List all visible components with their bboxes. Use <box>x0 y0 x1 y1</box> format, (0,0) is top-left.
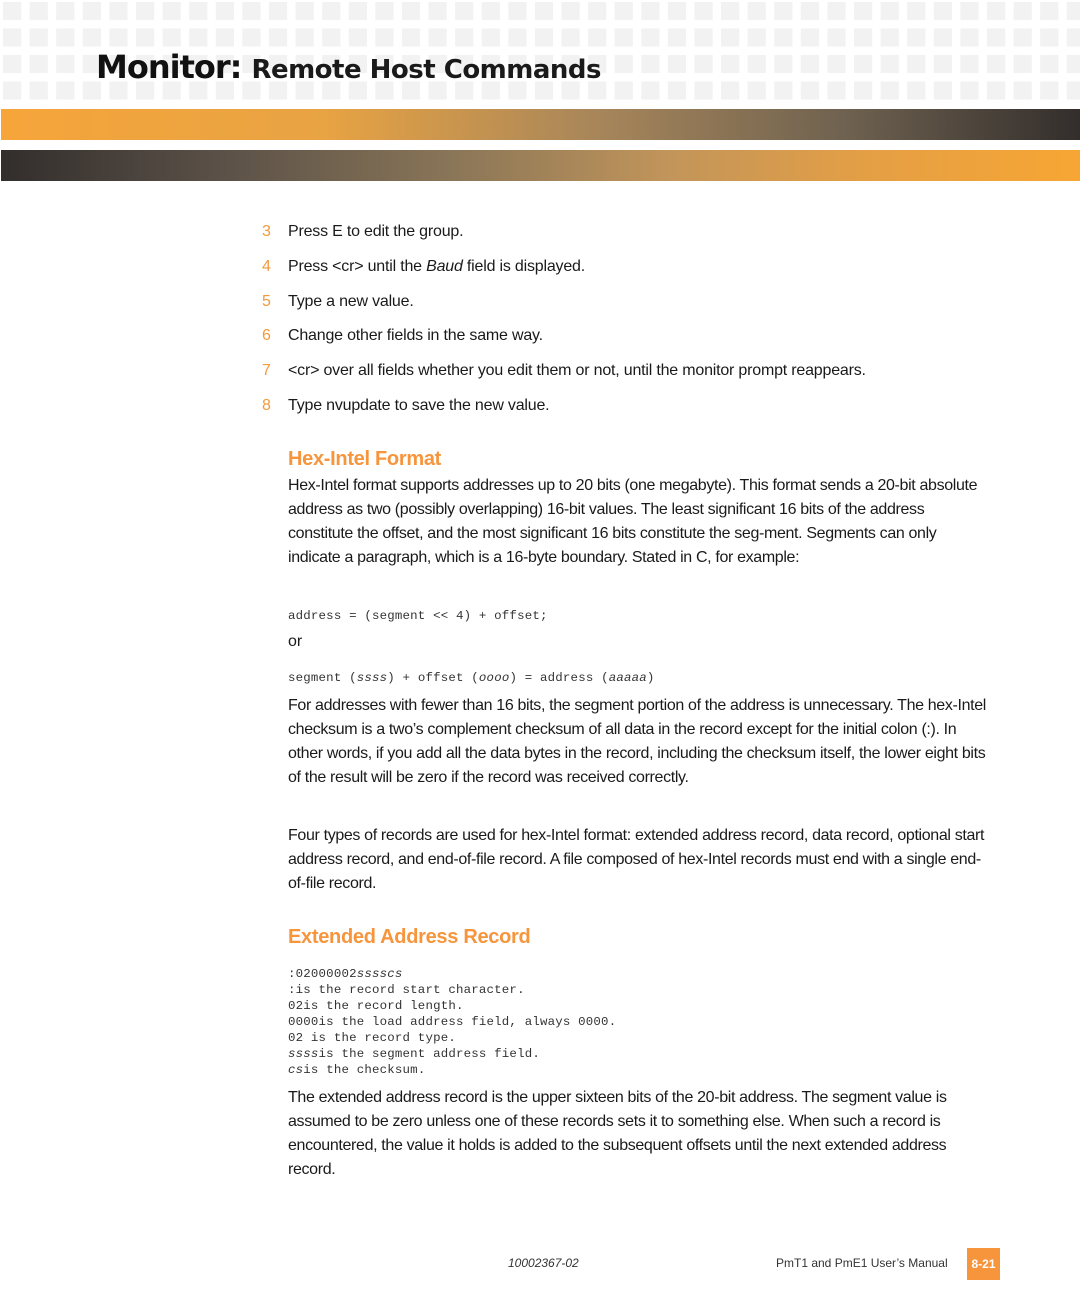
heading-extended-address-record: Extended Address Record <box>288 926 531 948</box>
extended-record-paragraph: The extended address record is the upper… <box>288 1089 947 1178</box>
footer-manual-title: PmT1 and PmE1 User’s Manual <box>776 1256 948 1270</box>
step-text-part: field is displayed. <box>462 257 585 275</box>
code-part: ) <box>646 671 655 685</box>
step-number: 6 <box>262 327 271 345</box>
step-item: 6 Change other fields in the same way. <box>262 324 866 359</box>
step-text: <cr> over all fields whether you edit th… <box>288 362 866 380</box>
code-part: is the checksum. <box>303 1063 426 1077</box>
footer-document-number: 10002367-02 <box>508 1256 579 1270</box>
step-item: 4 Press <cr> until the Baud field is dis… <box>262 255 866 290</box>
code-var: cs <box>288 1063 304 1077</box>
code-part: ) = address ( <box>509 671 609 685</box>
step-text: Type a new value. <box>288 292 414 310</box>
step-text: Type nvupdate to save the new value. <box>288 396 550 414</box>
code-var: ssss <box>288 1047 319 1061</box>
step-item: 5 Type a new value. <box>262 290 866 325</box>
step-number: 4 <box>262 257 271 275</box>
code-extended-record: :02000002sssscs :is the record start cha… <box>288 966 616 1078</box>
code-line: ssssis the segment address field. <box>288 1047 540 1061</box>
header-band-bottom <box>1 150 1080 181</box>
step-item: 8 Type nvupdate to save the new value. <box>262 394 866 429</box>
record-types-paragraph: Four types of records are used for hex-I… <box>288 827 985 892</box>
or-text: or <box>288 633 303 650</box>
step-number: 5 <box>262 292 271 310</box>
step-item: 3 Press E to edit the group. <box>262 220 866 255</box>
code-part: segment ( <box>288 671 357 685</box>
header-band-top <box>1 109 1080 140</box>
code-line: :02000002sssscs <box>288 967 403 981</box>
chapter-title: Monitor: <box>96 48 242 86</box>
code-var: aaaaa <box>608 671 647 685</box>
step-text: Change other fields in the same way. <box>288 327 543 345</box>
code-line: 02 is the record type. <box>288 1031 456 1045</box>
step-text-part: Press <cr> until the <box>288 257 427 275</box>
heading-hex-intel-format: Hex-Intel Format <box>288 448 442 470</box>
page-title: Monitor: Remote Host Commands <box>96 42 602 95</box>
code-part: ) + offset ( <box>387 671 479 685</box>
section-title: Remote Host Commands <box>251 55 602 85</box>
code-line: :is the record start character. <box>288 983 525 997</box>
code-line: 02is the record length. <box>288 999 464 1013</box>
step-text: Press E to edit the group. <box>288 223 464 240</box>
step-number: 8 <box>262 396 271 414</box>
field-name-baud: Baud <box>426 257 463 275</box>
code-segment-offset: segment (ssss) + offset (oooo) = address… <box>288 670 655 686</box>
code-var: oooo <box>478 671 510 685</box>
hex-intel-intro-paragraph: Hex-Intel format supports addresses up t… <box>288 477 978 566</box>
code-part: is the segment address field. <box>318 1047 540 1061</box>
code-var: sssscs <box>356 967 403 981</box>
step-item: 7 <cr> over all fields whether you edit … <box>262 359 866 394</box>
step-list: 3 Press E to edit the group. 4 Press <cr… <box>262 220 866 429</box>
code-line: csis the checksum. <box>288 1063 425 1077</box>
checksum-paragraph: For addresses with fewer than 16 bits, t… <box>288 697 986 786</box>
code-address-formula: address = (segment << 4) + offset; <box>288 609 548 623</box>
code-part: :02000002 <box>288 967 357 981</box>
step-number: 7 <box>262 362 271 380</box>
page-number-badge: 8-21 <box>967 1248 1000 1280</box>
code-line: 0000is the load address field, always 00… <box>288 1015 617 1029</box>
code-var: ssss <box>356 671 388 685</box>
step-number: 3 <box>262 223 271 240</box>
step-text: Press <cr> until the Baud field is displ… <box>288 255 585 279</box>
